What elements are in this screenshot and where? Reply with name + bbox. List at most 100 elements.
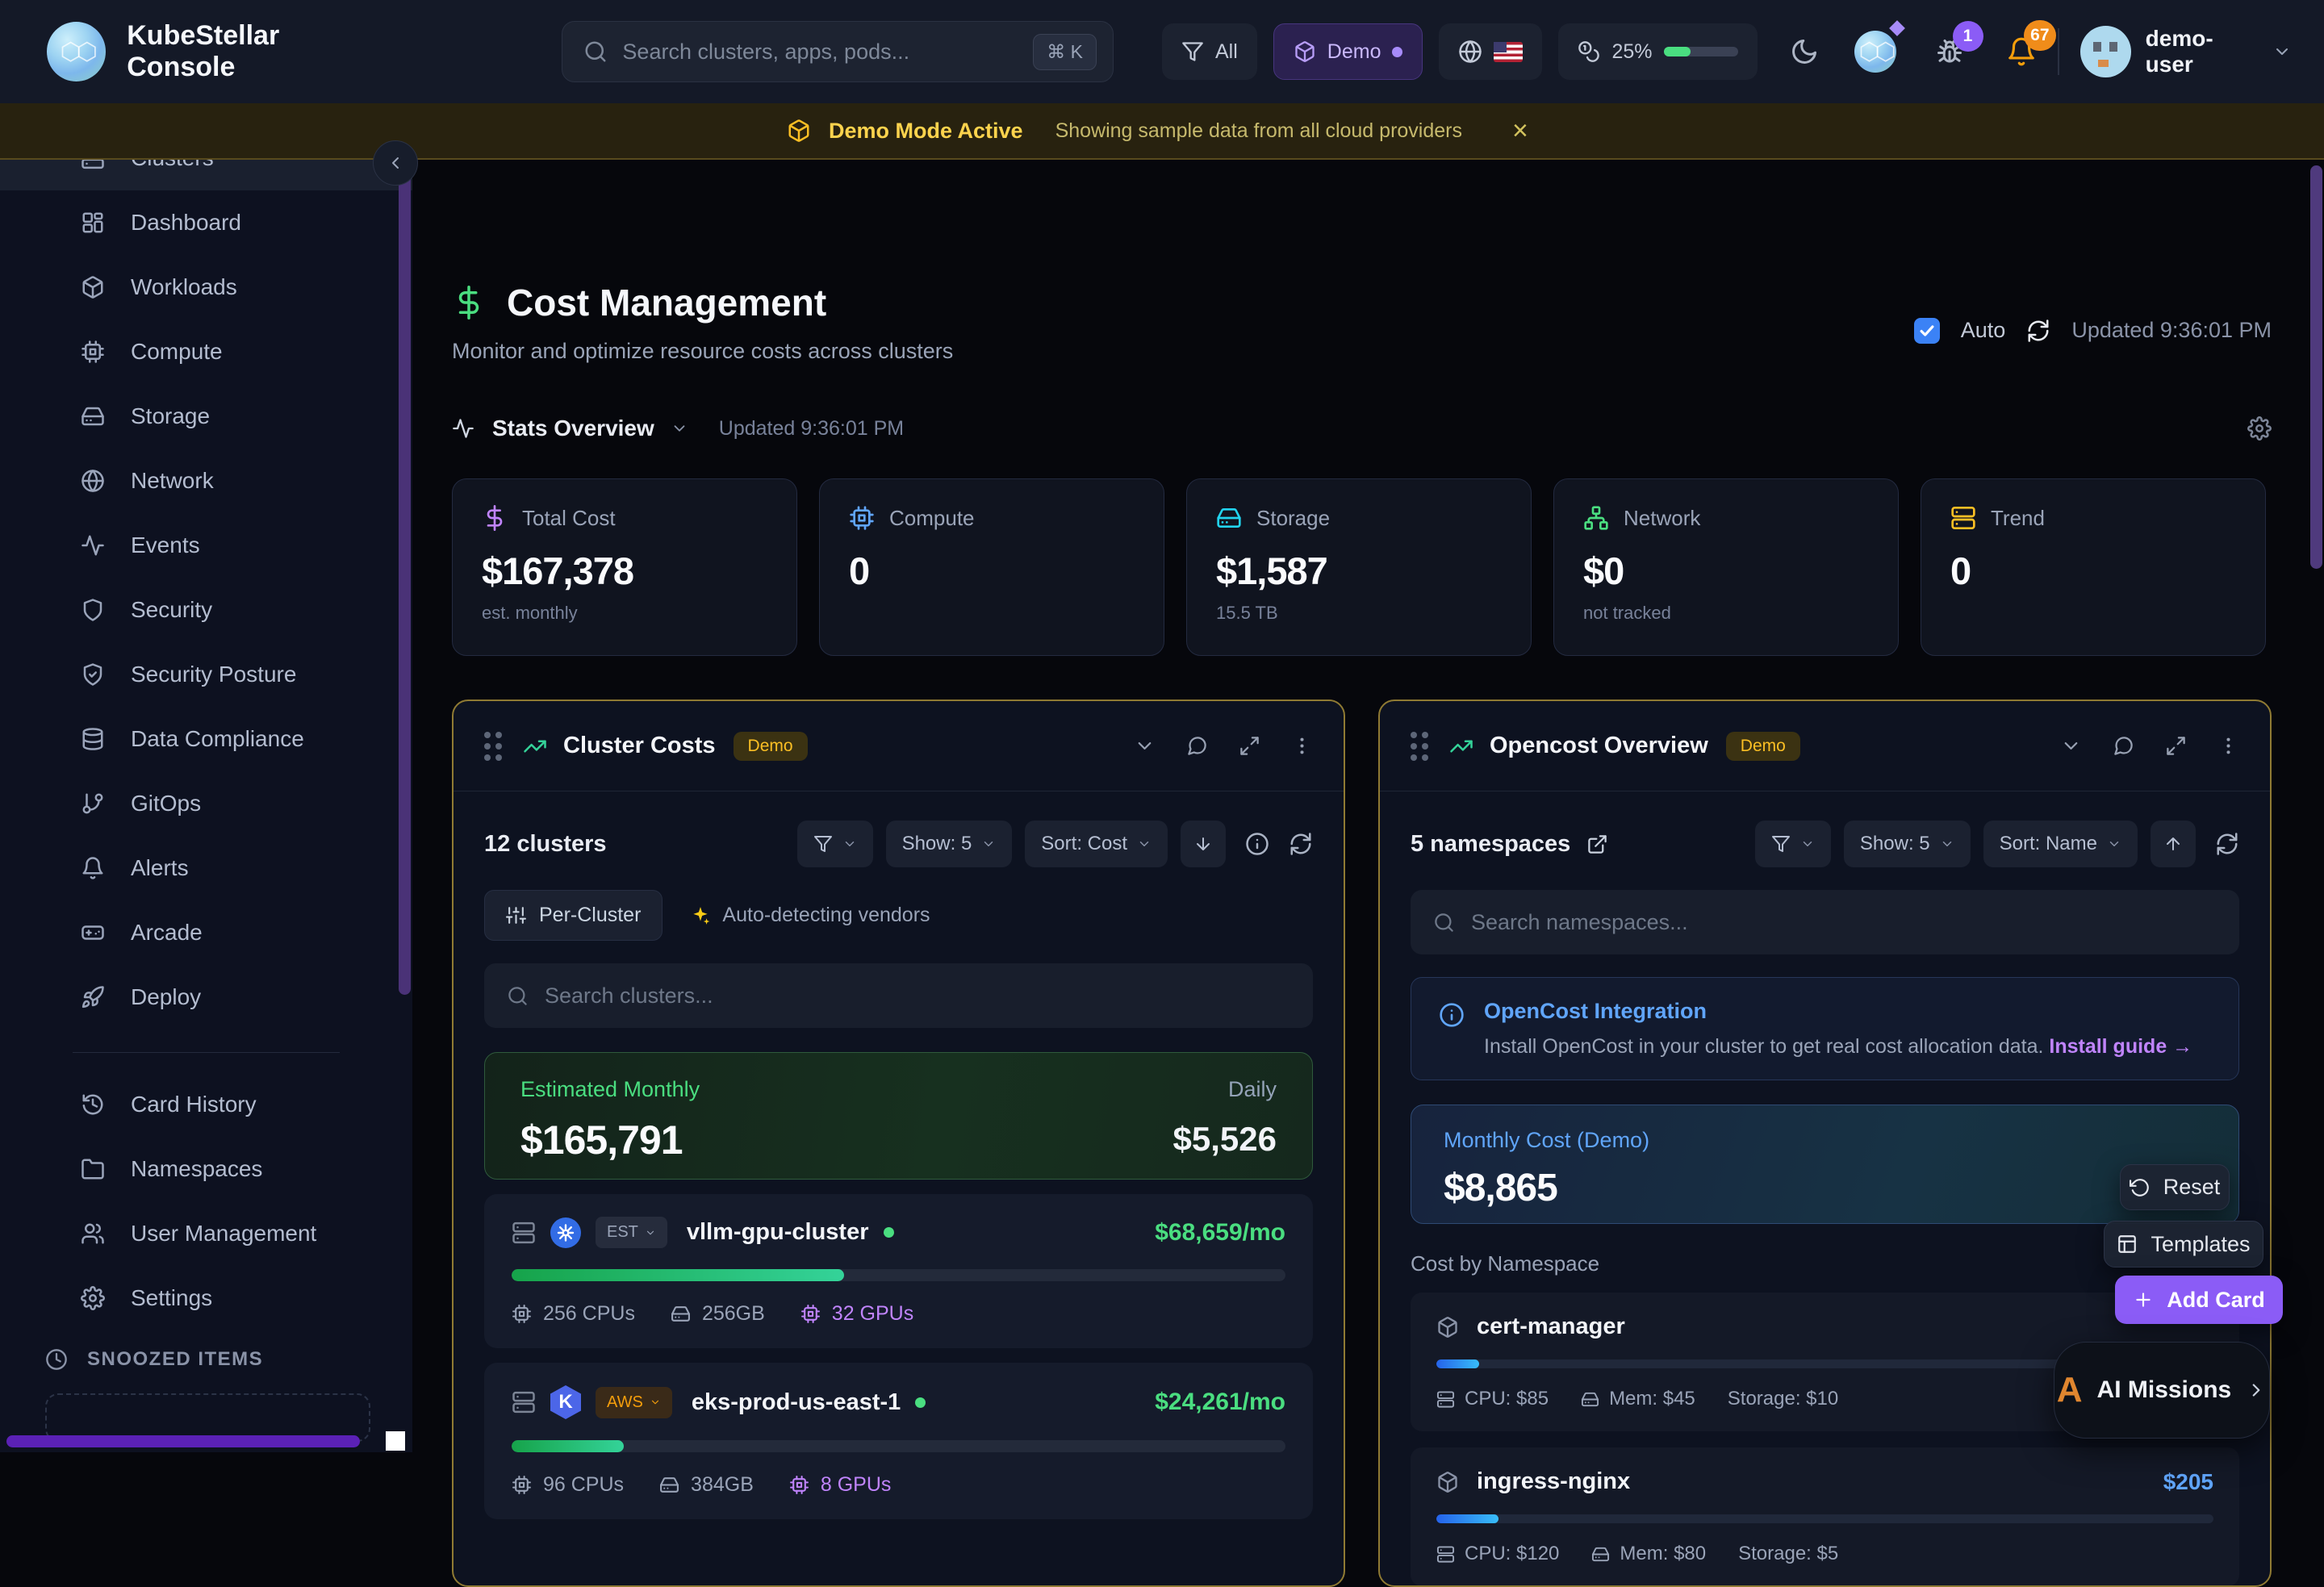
refresh-icon[interactable] xyxy=(2026,319,2050,343)
stats-settings-gear-icon[interactable] xyxy=(2247,416,2272,441)
dark-mode-toggle-icon[interactable] xyxy=(1790,37,1819,66)
namespace-search-input[interactable]: Search namespaces... xyxy=(1411,890,2239,954)
last-updated: Updated 9:36:01 PM xyxy=(2071,318,2272,343)
debug-button[interactable]: 1 xyxy=(1935,37,1964,66)
refresh-icon[interactable] xyxy=(2215,832,2239,856)
ai-missions-button[interactable]: A AI Missions xyxy=(2054,1342,2270,1439)
zoom-control[interactable]: 25% xyxy=(1558,23,1757,80)
filter-button[interactable] xyxy=(797,821,873,867)
cluster-search-input[interactable]: Search clusters... xyxy=(484,963,1313,1028)
banner-close-button[interactable]: × xyxy=(1512,117,1528,144)
assistant-avatar[interactable] xyxy=(1854,31,1896,73)
provider-label: EST xyxy=(607,1223,638,1242)
sidebar-item-user-management[interactable]: User Management xyxy=(0,1201,412,1266)
sidebar-item-label: Card History xyxy=(131,1092,257,1117)
stat-value: $0 xyxy=(1583,549,1869,593)
language-button[interactable] xyxy=(1439,23,1542,80)
hard-drive-icon xyxy=(1216,505,1242,531)
storage-cost-value: Storage: $10 xyxy=(1728,1388,1838,1410)
chevron-down-icon xyxy=(650,1397,661,1408)
chevron-down-icon xyxy=(1800,837,1815,851)
sidebar-horizontal-scrollbar[interactable] xyxy=(6,1435,360,1447)
sort-direction-button[interactable] xyxy=(1181,821,1226,867)
install-guide-link[interactable]: Install guide → xyxy=(2049,1035,2192,1058)
memory-value: 384GB xyxy=(691,1473,754,1497)
cpu-icon xyxy=(512,1475,532,1495)
sidebar-item-events[interactable]: Events xyxy=(0,513,412,578)
show-select[interactable]: Show: 5 xyxy=(886,821,1013,867)
expand-icon[interactable] xyxy=(2165,735,2187,757)
user-menu[interactable]: demo-user xyxy=(2080,26,2293,77)
page-subtitle: Monitor and optimize resource costs acro… xyxy=(452,339,953,364)
info-icon[interactable] xyxy=(1245,832,1269,856)
sidebar-item-security-posture[interactable]: Security Posture xyxy=(0,642,412,707)
demo-mode-button[interactable]: Demo xyxy=(1273,23,1423,80)
show-select[interactable]: Show: 5 xyxy=(1844,821,1971,867)
page-scrollbar[interactable] xyxy=(2310,165,2322,569)
sidebar-item-dashboard[interactable]: Dashboard xyxy=(0,190,412,255)
refresh-icon[interactable] xyxy=(1289,832,1313,856)
scrollbar-corner xyxy=(386,1431,405,1451)
auto-detect-label: Auto-detecting vendors xyxy=(722,904,930,927)
provider-select[interactable]: AWS xyxy=(596,1387,672,1418)
sidebar-item-workloads[interactable]: Workloads xyxy=(0,255,412,319)
chevron-down-icon[interactable] xyxy=(671,420,688,437)
search-placeholder: Search clusters, apps, pods... xyxy=(622,40,1033,65)
zoom-slider[interactable] xyxy=(1664,47,1738,56)
chevron-down-icon xyxy=(981,837,996,851)
stat-label: Network xyxy=(1624,506,1700,531)
sidebar-item-security[interactable]: Security xyxy=(0,578,412,642)
global-search-input[interactable]: Search clusters, apps, pods... ⌘ K xyxy=(562,21,1114,82)
chevron-down-icon[interactable] xyxy=(1134,735,1156,757)
external-link-icon[interactable] xyxy=(1586,833,1608,855)
sidebar: Clusters Dashboard Workloads Compute Sto… xyxy=(0,103,412,1452)
sidebar-item-card-history[interactable]: Card History xyxy=(0,1072,412,1137)
sidebar-item-compute[interactable]: Compute xyxy=(0,319,412,384)
funnel-icon xyxy=(813,834,833,854)
comment-icon[interactable] xyxy=(2113,735,2134,757)
expand-icon[interactable] xyxy=(1239,735,1260,757)
sidebar-item-arcade[interactable]: Arcade xyxy=(0,900,412,965)
sidebar-item-label: Alerts xyxy=(131,855,189,881)
sort-select[interactable]: Sort: Name xyxy=(1983,821,2138,867)
filter-button[interactable] xyxy=(1755,821,1831,867)
comment-icon[interactable] xyxy=(1186,735,1208,757)
provider-select[interactable]: EST xyxy=(596,1217,667,1248)
filter-all-button[interactable]: All xyxy=(1162,23,1257,80)
sidebar-scrollbar[interactable] xyxy=(399,164,411,995)
drag-handle[interactable] xyxy=(1411,732,1428,761)
auto-refresh-checkbox[interactable] xyxy=(1914,318,1940,344)
sidebar-item-settings[interactable]: Settings xyxy=(0,1266,412,1330)
notifications-button[interactable]: 67 xyxy=(2006,36,2037,67)
sidebar-collapse-button[interactable] xyxy=(373,140,418,186)
notification-count-badge: 67 xyxy=(2024,20,2055,51)
shortcut-badge: ⌘ K xyxy=(1033,34,1097,70)
more-menu-icon[interactable] xyxy=(1291,735,1313,757)
stat-value: 0 xyxy=(849,549,1135,593)
drag-handle[interactable] xyxy=(484,732,502,761)
sidebar-item-storage[interactable]: Storage xyxy=(0,384,412,449)
cluster-row-eks-prod-us-east-1[interactable]: K AWS eks-prod-us-east-1 $24,261/mo xyxy=(484,1363,1313,1519)
stat-card-compute: Compute 0 xyxy=(819,478,1164,656)
cluster-row-vllm-gpu-cluster[interactable]: EST vllm-gpu-cluster $68,659/mo 256 CPUs xyxy=(484,1194,1313,1348)
chevron-down-icon[interactable] xyxy=(2060,735,2082,757)
sort-direction-button[interactable] xyxy=(2151,821,2196,867)
stats-cards-row: Total Cost $167,378 est. monthly Compute… xyxy=(452,478,2272,656)
chevron-down-icon xyxy=(2272,42,2292,61)
reset-button[interactable]: Reset xyxy=(2120,1164,2230,1210)
sidebar-item-alerts[interactable]: Alerts xyxy=(0,836,412,900)
sidebar-item-network[interactable]: Network xyxy=(0,449,412,513)
add-card-button[interactable]: Add Card xyxy=(2115,1276,2283,1324)
sort-select[interactable]: Sort: Cost xyxy=(1025,821,1168,867)
per-cluster-toggle[interactable]: Per-Cluster xyxy=(484,890,663,941)
activity-icon xyxy=(81,533,105,558)
namespace-row-ingress-nginx[interactable]: ingress-nginx $205 CPU: $120 Mem: $80 xyxy=(1411,1447,2239,1586)
sidebar-item-deploy[interactable]: Deploy xyxy=(0,965,412,1029)
chevron-down-icon xyxy=(1940,837,1954,851)
sidebar-item-data-compliance[interactable]: Data Compliance xyxy=(0,707,412,771)
sidebar-item-gitops[interactable]: GitOps xyxy=(0,771,412,836)
templates-button[interactable]: Templates xyxy=(2104,1221,2263,1268)
sidebar-item-namespaces[interactable]: Namespaces xyxy=(0,1137,412,1201)
more-menu-icon[interactable] xyxy=(2217,735,2239,757)
trending-up-icon xyxy=(1449,734,1473,758)
